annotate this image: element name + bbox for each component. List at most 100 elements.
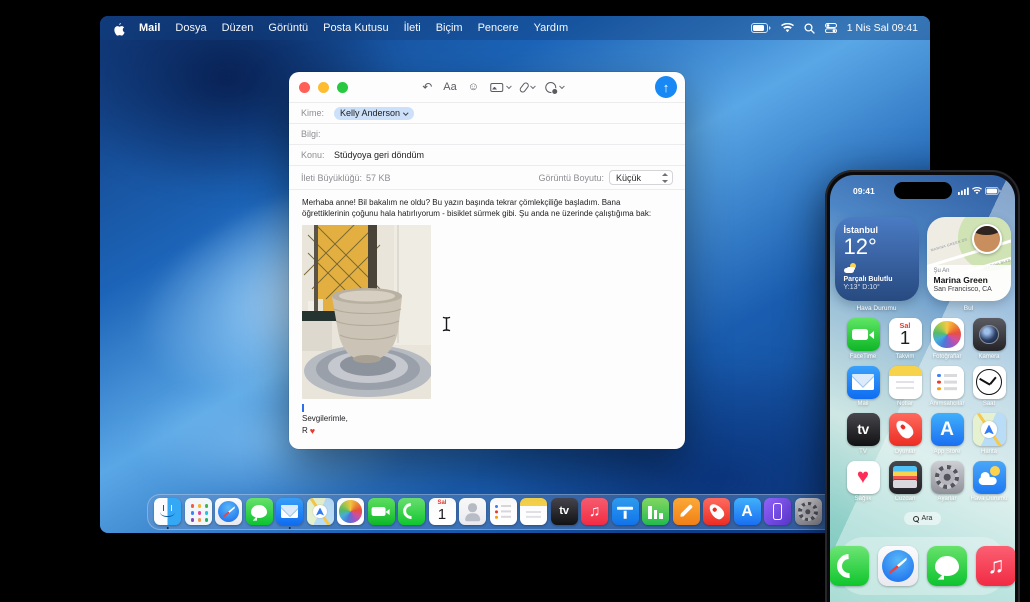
iphone-app-foto-raflar[interactable]: Fotoğraflar <box>926 318 968 360</box>
safari-app-icon <box>215 498 242 525</box>
to-field[interactable]: Kime: Kelly Anderson <box>289 102 685 123</box>
image-size-select[interactable]: Küçük <box>609 170 673 185</box>
menu-posta-kutusu[interactable]: Posta Kutusu <box>323 22 388 34</box>
text-cursor <box>441 316 452 332</box>
iphone-app-harita[interactable]: Harita <box>968 413 1010 455</box>
text-caret <box>302 404 304 412</box>
iphone-app-tv[interactable]: tvTV <box>842 413 884 455</box>
iphone-dock-phone[interactable] <box>830 546 869 586</box>
menu-i-leti[interactable]: İleti <box>404 22 421 34</box>
iphone-dock-safari[interactable] <box>878 546 918 586</box>
dock-reminders[interactable] <box>490 498 517 525</box>
iphone-app-c-zdan[interactable]: Cüzdan <box>884 461 926 503</box>
menu-pencere[interactable]: Pencere <box>478 22 519 34</box>
active-app-name[interactable]: Mail <box>139 22 160 34</box>
undo-icon[interactable]: ↶ <box>422 81 432 93</box>
findmy-location: San Francisco, CA <box>934 286 1004 293</box>
message-body[interactable]: Merhaba anne! Bil bakalım ne oldu? Bu ya… <box>289 189 685 437</box>
weather-widget[interactable]: İstanbul 12° Parçalı Bulutlu Y:13° D:10° <box>835 217 919 301</box>
app-label: FaceTime <box>850 354 876 360</box>
widget-labels: Hava Durumu Bul <box>830 305 1015 312</box>
findmy-widget[interactable]: MARINA GREEN DR MARINA BLVD Şu An Marina… <box>927 217 1011 301</box>
menu-bar-clock[interactable]: 1 Nis Sal 09:41 <box>847 22 918 34</box>
photo-browser-button[interactable] <box>490 83 510 92</box>
menu-d-zen[interactable]: Düzen <box>222 22 254 34</box>
stepper-icon <box>660 172 670 184</box>
attach-button[interactable] <box>521 82 534 93</box>
dock-contacts[interactable] <box>459 498 486 525</box>
menu-yard-m[interactable]: Yardım <box>534 22 569 34</box>
iphone-app-saat[interactable]: Saat <box>968 366 1010 408</box>
minimize-button[interactable] <box>318 82 329 93</box>
dock-finder[interactable] <box>154 498 181 525</box>
wifi-icon[interactable] <box>781 23 794 33</box>
iphone-app-ayarlar[interactable]: Ayarlar <box>926 461 968 503</box>
recipient-token[interactable]: Kelly Anderson <box>334 107 414 120</box>
dock-photos[interactable] <box>337 498 364 525</box>
contacts-glyph <box>468 504 476 512</box>
mail-glyph <box>281 505 299 517</box>
message-size-row: İleti Büyüklüğü: 57 KB Görüntü Boyutu: K… <box>289 165 685 189</box>
dock-notes[interactable] <box>520 498 547 525</box>
menu-g-r-nt[interactable]: Görüntü <box>268 22 308 34</box>
iphone-app-an-msat-c-lar[interactable]: Anımsatıcılar <box>926 366 968 408</box>
dock-iphone-mirroring[interactable] <box>764 498 791 525</box>
dock-facetime[interactable] <box>368 498 395 525</box>
dock-keynote[interactable] <box>612 498 639 525</box>
dock-numbers[interactable] <box>642 498 669 525</box>
dock-tv[interactable]: tv <box>551 498 578 525</box>
dock-safari[interactable] <box>215 498 242 525</box>
subject-field[interactable]: Konu: Stüdyoya geri döndüm <box>289 144 685 165</box>
weather-temperature: 12° <box>844 235 910 259</box>
insert-from-iphone-button[interactable] <box>545 82 563 93</box>
dock-maps[interactable] <box>307 498 334 525</box>
settings-app-icon <box>931 461 964 494</box>
iphone-app-notlar[interactable]: Notlar <box>884 366 926 408</box>
menu-bi-im[interactable]: Biçim <box>436 22 463 34</box>
dock-app-store[interactable]: A <box>734 498 761 525</box>
iphone-app-sa-l-k[interactable]: ♥Sağlık <box>842 461 884 503</box>
send-arrow-icon: ↑ <box>663 80 670 95</box>
window-titlebar[interactable]: ↶ Aa ☺ ↑ <box>289 72 685 102</box>
photos-glyph <box>339 500 361 522</box>
dock-music[interactable]: ♫ <box>581 498 608 525</box>
tv-glyph: tv <box>559 506 568 517</box>
control-center-icon[interactable] <box>825 23 837 33</box>
phone-glyph <box>400 500 423 523</box>
iphone-app-hava-durumu[interactable]: Hava Durumu <box>968 461 1010 503</box>
dock-messages[interactable] <box>246 498 273 525</box>
iphone-app-kamera[interactable]: Kamera <box>968 318 1010 360</box>
iphone-app-oyunlar[interactable]: Oyunlar <box>884 413 926 455</box>
iphone-app-takvim[interactable]: Sal1Takvim <box>884 318 926 360</box>
spotlight-search-pill[interactable]: Ara <box>904 512 942 525</box>
dock-games[interactable] <box>703 498 730 525</box>
spotlight-search-icon[interactable] <box>804 23 815 34</box>
dock-pages[interactable] <box>673 498 700 525</box>
iphone-app-app-store[interactable]: AApp Store <box>926 413 968 455</box>
iphone-dock-music[interactable]: ♫ <box>976 546 1015 586</box>
app-label: Mail <box>857 401 868 407</box>
close-button[interactable] <box>299 82 310 93</box>
dock-calendar[interactable]: Sal1 <box>429 498 456 525</box>
battery-icon <box>985 187 1001 195</box>
dock-mail[interactable] <box>276 498 303 525</box>
mail-compose-window: ↶ Aa ☺ ↑ Kime: Kelly Anderson Bilgi: <box>289 72 685 449</box>
format-button[interactable]: Aa <box>443 82 456 93</box>
dock-launchpad[interactable] <box>185 498 212 525</box>
emoji-icon[interactable]: ☺ <box>468 82 479 93</box>
iphone-app-facetime[interactable]: FaceTime <box>842 318 884 360</box>
send-button[interactable]: ↑ <box>655 76 677 98</box>
maps-glyph <box>981 421 998 438</box>
dock-phone[interactable] <box>398 498 425 525</box>
apple-menu-icon[interactable] <box>112 21 125 36</box>
zoom-button[interactable] <box>337 82 348 93</box>
battery-icon[interactable] <box>751 23 771 33</box>
iphone-dock-messages[interactable] <box>927 546 967 586</box>
app-store-glyph: A <box>741 504 752 520</box>
menu-dosya[interactable]: Dosya <box>175 22 206 34</box>
insert-icon <box>545 82 556 93</box>
iphone-app-mail[interactable]: Mail <box>842 366 884 408</box>
dock-system-settings[interactable] <box>795 498 822 525</box>
attached-photo[interactable] <box>302 225 431 399</box>
cc-field[interactable]: Bilgi: <box>289 123 685 144</box>
